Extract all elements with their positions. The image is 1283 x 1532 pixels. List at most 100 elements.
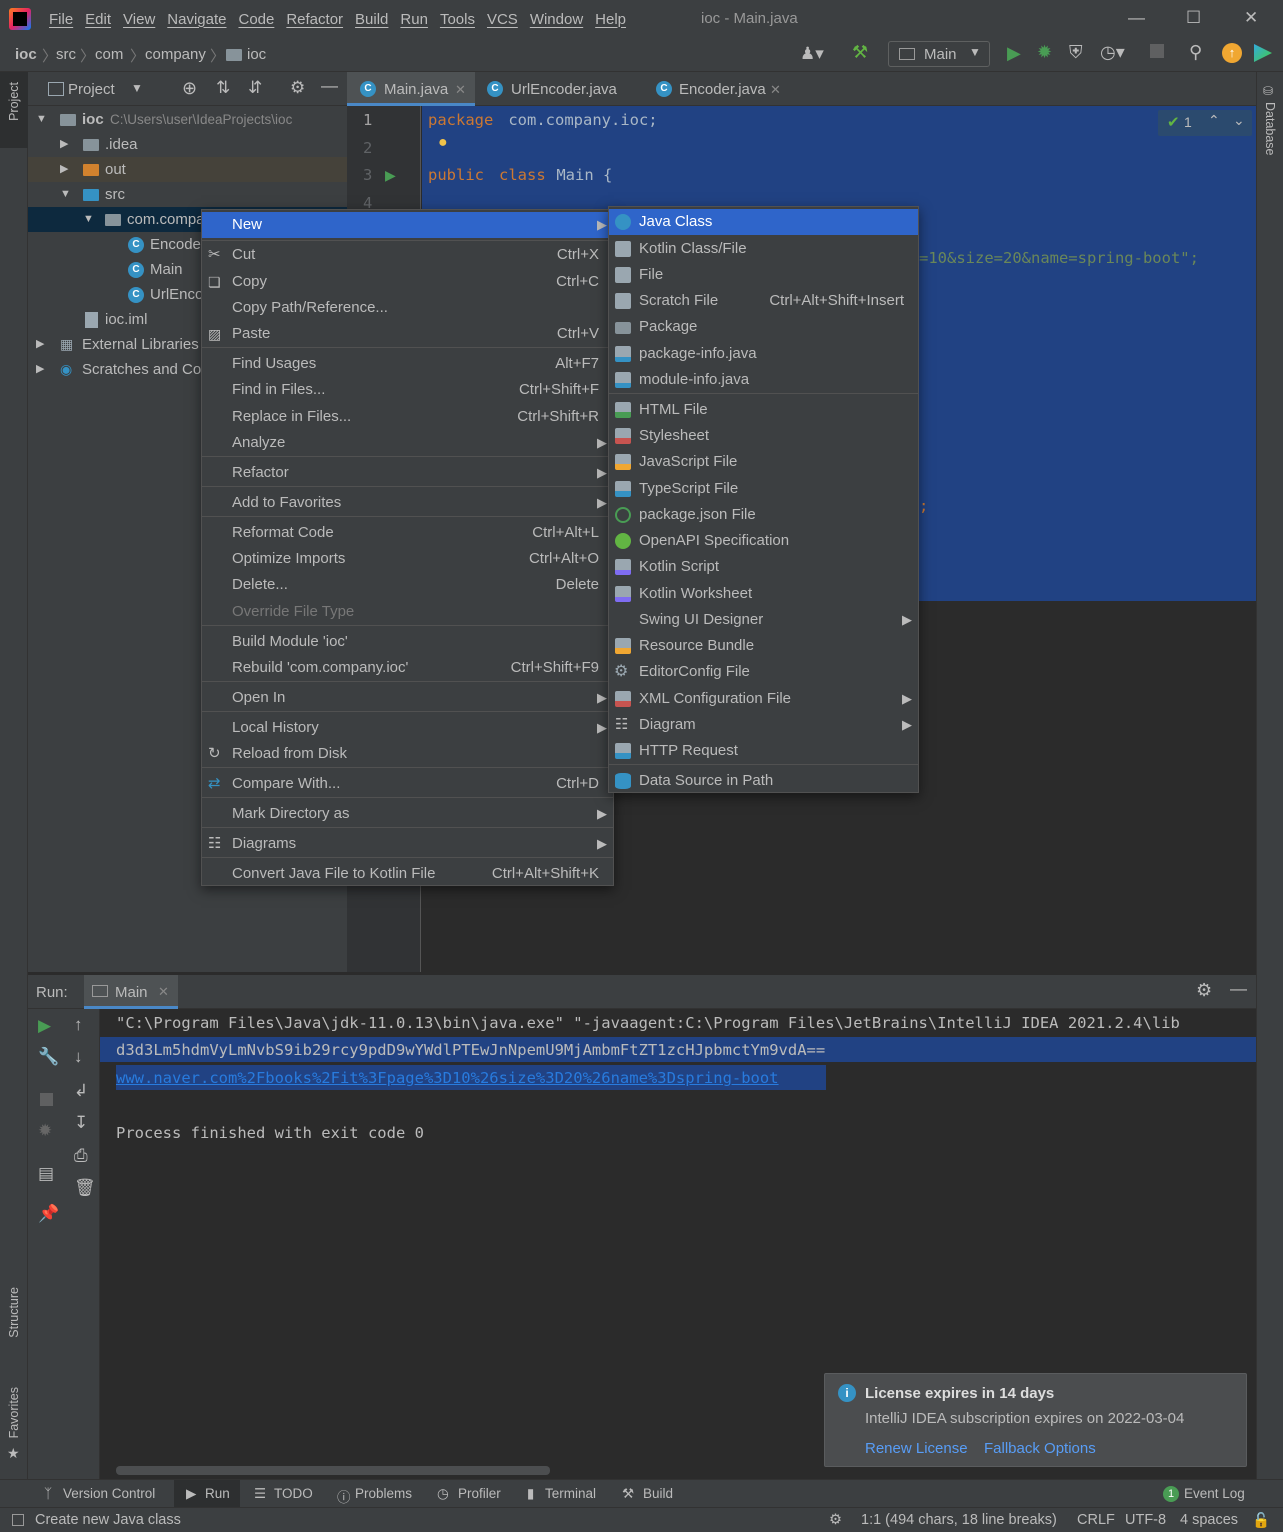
hide-icon[interactable]: — [1230, 979, 1247, 999]
submenu-item-html-file[interactable]: HTML File [609, 397, 918, 423]
submenu-item-editorconfig[interactable]: ⚙ EditorConfig File [609, 659, 918, 685]
console-link[interactable]: www.naver.com%2Fbooks%2Fit%3Fpage%3D10%2… [116, 1069, 779, 1087]
tool-tab-event-log[interactable]: Event Log [1184, 1486, 1245, 1501]
status-toggle-icon[interactable] [12, 1514, 24, 1526]
gear-icon[interactable]: ⚙ [290, 78, 305, 98]
pin-icon[interactable]: 📌 [38, 1204, 59, 1224]
menu-run[interactable]: Run [394, 11, 434, 28]
submenu-item-typescript-file[interactable]: TypeScript File [609, 476, 918, 502]
close-tab-icon[interactable]: ✕ [158, 984, 169, 1000]
submenu-item-http-request[interactable]: HTTP Request [609, 738, 918, 764]
menu-view[interactable]: View [117, 11, 161, 28]
menu-item-reload-from-disk[interactable]: ↻ Reload from Disk [202, 741, 613, 767]
breadcrumb-ioc[interactable]: ioc [15, 46, 37, 63]
close-tab-icon[interactable]: ✕ [455, 72, 466, 108]
breadcrumb-src[interactable]: src [56, 46, 76, 63]
submenu-item-java-class[interactable]: Java Class [609, 209, 918, 235]
favorites-tool-tab[interactable]: Favorites [7, 1387, 21, 1438]
submenu-item-kotlin-worksheet[interactable]: Kotlin Worksheet [609, 581, 918, 607]
locate-icon[interactable]: ⊕ [182, 78, 197, 99]
submenu-item-module-info[interactable]: module-info.java [609, 367, 918, 393]
intellij-logo-icon[interactable] [9, 8, 31, 30]
menu-item-copy-path[interactable]: Copy Path/Reference... [202, 295, 613, 321]
menu-item-delete[interactable]: Delete... Delete [202, 572, 613, 598]
menu-item-open-in[interactable]: Open In ▶ [202, 685, 613, 711]
menu-item-find-in-files[interactable]: Find in Files... Ctrl+Shift+F [202, 377, 613, 403]
tool-tab-todo[interactable]: TODO [274, 1486, 313, 1501]
menu-item-replace-in-files[interactable]: Replace in Files... Ctrl+Shift+R [202, 404, 613, 430]
menu-file[interactable]: File [43, 11, 79, 28]
menu-item-convert-to-kotlin[interactable]: Convert Java File to Kotlin File Ctrl+Alt… [202, 861, 613, 887]
search-icon[interactable]: ⚲ [1189, 42, 1202, 63]
inspection-widget[interactable]: ✔ 1 ⌃ ⌄ [1158, 110, 1252, 136]
database-tool-tab[interactable]: Database [1263, 102, 1277, 156]
submenu-item-scratch-file[interactable]: Scratch File Ctrl+Alt+Shift+Insert [609, 288, 918, 314]
run-configuration-dropdown[interactable]: Main ▼ [888, 41, 990, 67]
wrench-icon[interactable]: 🔧 [38, 1047, 59, 1067]
debug-icon[interactable]: ✹ [38, 1121, 52, 1141]
menu-item-compare-with[interactable]: ⇄ Compare With... Ctrl+D [202, 771, 613, 797]
menu-code[interactable]: Code [232, 11, 280, 28]
trash-icon[interactable]: 🗑 [74, 1178, 96, 1198]
menu-edit[interactable]: Edit [79, 11, 117, 28]
build-hammer-icon[interactable]: ⚒ [852, 42, 868, 63]
structure-tool-tab[interactable]: Structure [7, 1287, 21, 1338]
run-tab-main[interactable]: Main ✕ [84, 975, 178, 1009]
breadcrumb-ioc-package[interactable]: ioc [247, 46, 266, 63]
layout-icon[interactable]: ▤ [38, 1164, 54, 1184]
menu-help[interactable]: Help [589, 11, 632, 28]
menu-build[interactable]: Build [349, 11, 394, 28]
menu-tools[interactable]: Tools [434, 11, 481, 28]
previous-highlight-icon[interactable]: ⌃ [1208, 112, 1220, 129]
caret-position[interactable]: 1:1 (494 chars, 18 line breaks) [861, 1512, 1057, 1528]
menu-item-analyze[interactable]: Analyze ▶ [202, 430, 613, 456]
update-icon[interactable]: ↑ [1222, 43, 1242, 63]
file-encoding[interactable]: UTF-8 [1125, 1512, 1166, 1528]
submenu-item-package-json[interactable]: package.json File [609, 502, 918, 528]
submenu-item-resource-bundle[interactable]: Resource Bundle [609, 633, 918, 659]
background-tasks-icon[interactable]: ⚙ [829, 1512, 842, 1528]
profile-icon[interactable]: ◷▾ [1100, 42, 1125, 63]
menu-item-reformat-code[interactable]: Reformat Code Ctrl+Alt+L [202, 520, 613, 546]
breadcrumb-company[interactable]: company [145, 46, 206, 63]
submenu-item-package-info[interactable]: package-info.java [609, 341, 918, 367]
stop-icon[interactable] [1150, 44, 1164, 58]
menu-item-find-usages[interactable]: Find Usages Alt+F7 [202, 351, 613, 377]
tool-tab-problems[interactable]: Problems [355, 1486, 412, 1501]
renew-license-link[interactable]: Renew License [865, 1440, 968, 1457]
submenu-item-swing-ui-designer[interactable]: Swing UI Designer ▶ [609, 607, 918, 633]
tab-encoder-java[interactable]: C Encoder.java ✕ [645, 72, 795, 106]
tool-tab-terminal[interactable]: Terminal [545, 1486, 596, 1501]
menu-item-optimize-imports[interactable]: Optimize Imports Ctrl+Alt+O [202, 546, 613, 572]
expand-all-icon[interactable]: ⇅ [216, 78, 230, 98]
submenu-item-kotlin-class[interactable]: Kotlin Class/File [609, 236, 918, 262]
gear-icon[interactable]: ⚙ [1196, 980, 1212, 1001]
menu-item-refactor[interactable]: Refactor ▶ [202, 460, 613, 486]
arrow-down-icon[interactable]: ↓ [74, 1047, 83, 1067]
close-icon[interactable]: ✕ [1244, 8, 1258, 28]
menu-item-copy[interactable]: ❏ Copy Ctrl+C [202, 269, 613, 295]
menu-item-local-history[interactable]: Local History ▶ [202, 715, 613, 741]
soft-wrap-icon[interactable]: ↲ [74, 1081, 88, 1101]
menu-item-new[interactable]: New ▶ [202, 212, 613, 238]
submenu-item-kotlin-script[interactable]: Kotlin Script [609, 554, 918, 580]
tool-tab-version-control[interactable]: Version Control [63, 1486, 155, 1501]
submenu-item-data-source[interactable]: Data Source in Path [609, 768, 918, 794]
submenu-item-openapi[interactable]: OpenAPI Specification [609, 528, 918, 554]
tree-item-out[interactable]: ▶ out [28, 157, 347, 182]
rerun-icon[interactable]: ▶ [38, 1016, 51, 1036]
menu-item-diagrams[interactable]: ☷ Diagrams ▶ [202, 831, 613, 857]
tree-item-src[interactable]: ▼ src [28, 182, 347, 207]
menu-vcs[interactable]: VCS [481, 11, 524, 28]
line-separator[interactable]: CRLF [1077, 1512, 1115, 1528]
submenu-item-file[interactable]: File [609, 262, 918, 288]
tab-urlencoder-java[interactable]: C UrlEncoder.java [475, 72, 645, 106]
print-icon[interactable]: ⎙ [74, 1146, 88, 1166]
menu-item-rebuild[interactable]: Rebuild 'com.company.ioc' Ctrl+Shift+F9 [202, 655, 613, 681]
maximize-icon[interactable]: ☐ [1186, 8, 1201, 28]
indent-setting[interactable]: 4 spaces [1180, 1512, 1238, 1528]
menu-refactor[interactable]: Refactor [280, 11, 349, 28]
submenu-item-xml-config[interactable]: XML Configuration File ▶ [609, 686, 918, 712]
submenu-item-stylesheet[interactable]: Stylesheet [609, 423, 918, 449]
next-highlight-icon[interactable]: ⌄ [1233, 112, 1245, 129]
